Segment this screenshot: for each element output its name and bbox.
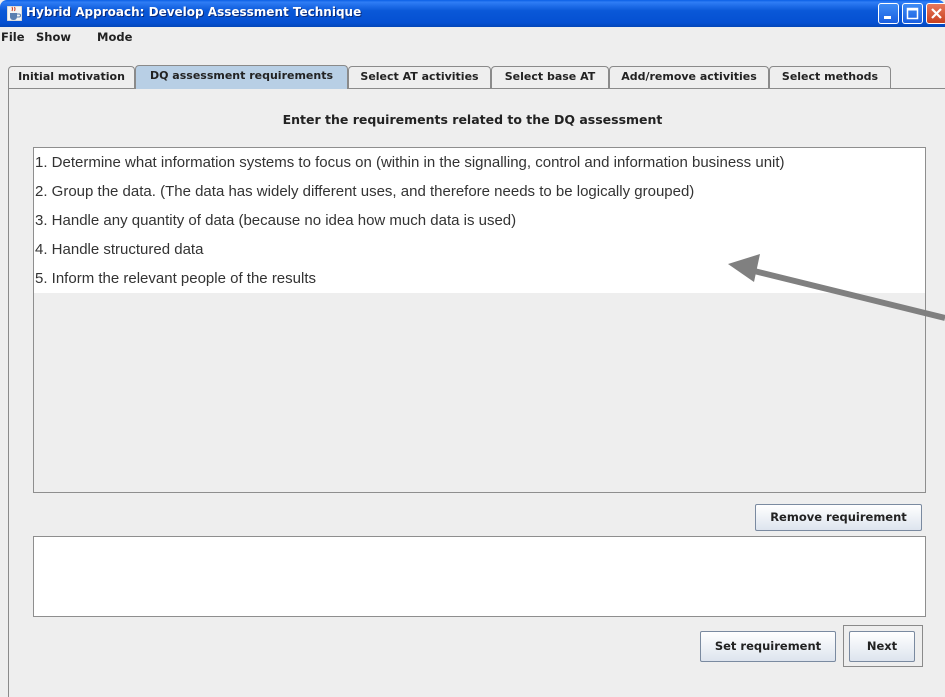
- app-window: Hybrid Approach: Develop Assessment Tech…: [0, 0, 945, 697]
- title-bar[interactable]: Hybrid Approach: Develop Assessment Tech…: [0, 0, 945, 27]
- minimize-icon: [884, 16, 891, 19]
- tab-strip: Initial motivation DQ assessment require…: [0, 47, 945, 89]
- maximize-icon: [906, 7, 919, 20]
- close-button[interactable]: [926, 3, 945, 24]
- minimize-button[interactable]: [878, 3, 899, 24]
- window-title: Hybrid Approach: Develop Assessment Tech…: [26, 5, 362, 19]
- set-requirement-button[interactable]: Set requirement: [700, 631, 836, 662]
- page-heading: Enter the requirements related to the DQ…: [282, 112, 663, 127]
- menu-mode[interactable]: Mode: [97, 30, 132, 44]
- menu-bar: File Show Mode: [0, 27, 945, 47]
- tab-dq-assessment-requirements[interactable]: DQ assessment requirements: [135, 65, 348, 89]
- menu-show[interactable]: Show: [36, 30, 71, 44]
- close-icon: [931, 8, 942, 19]
- tab-add-remove-activities[interactable]: Add/remove activities: [609, 66, 769, 88]
- annotation-arrow-icon: [728, 254, 945, 321]
- list-item[interactable]: 2. Group the data. (The data has widely …: [34, 177, 925, 206]
- java-cup-icon: [7, 6, 22, 21]
- list-item[interactable]: 3. Handle any quantity of data (because …: [34, 206, 925, 235]
- menu-file[interactable]: File: [1, 30, 25, 44]
- maximize-button[interactable]: [902, 3, 923, 24]
- list-item[interactable]: 1. Determine what information systems to…: [34, 148, 925, 177]
- remove-requirement-button[interactable]: Remove requirement: [755, 504, 922, 531]
- requirement-input[interactable]: [33, 536, 926, 617]
- tab-initial-motivation[interactable]: Initial motivation: [8, 66, 135, 88]
- tab-select-base-at[interactable]: Select base AT: [491, 66, 609, 88]
- next-button[interactable]: Next: [849, 631, 915, 662]
- tab-select-at-activities[interactable]: Select AT activities: [348, 66, 491, 88]
- tab-select-methods[interactable]: Select methods: [769, 66, 891, 88]
